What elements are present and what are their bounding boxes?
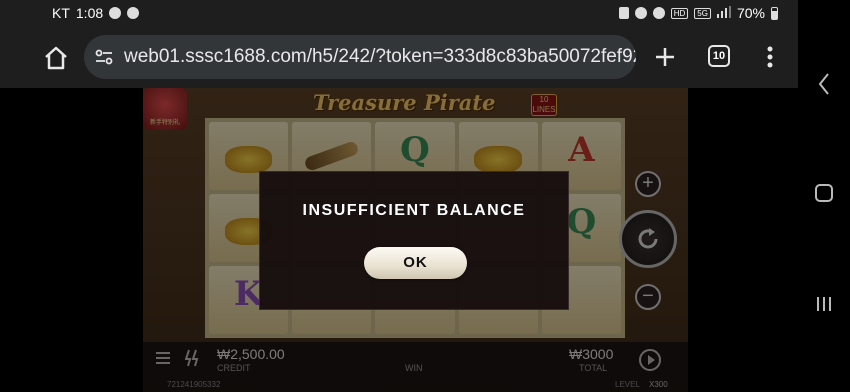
site-settings-icon[interactable] [92, 45, 116, 69]
more-menu-button[interactable] [760, 43, 780, 71]
back-icon [818, 73, 829, 95]
nav-home-button[interactable] [815, 184, 833, 202]
navigation-bar [798, 0, 850, 392]
cloud-notification-icon [127, 7, 140, 19]
battery-icon [771, 6, 778, 20]
insufficient-balance-dialog: INSUFFICIENT BALANCE OK [259, 171, 569, 310]
ok-button[interactable]: OK [364, 247, 467, 279]
chat-notification-icon [109, 7, 122, 19]
address-bar[interactable]: web01.sssc1688.com/h5/242/?token=333d8c8… [84, 35, 636, 79]
signal-icon [716, 5, 731, 21]
battery-percent: 70% [736, 5, 765, 21]
carrier-label: KT [52, 5, 70, 21]
recent-apps-icon [817, 297, 831, 311]
new-tab-button[interactable] [650, 42, 680, 72]
clock: 1:08 [75, 5, 104, 21]
hd-icon: HD [670, 7, 689, 19]
status-bar: KT 1:08 HD 5G 70% [0, 0, 798, 26]
home-icon [45, 46, 67, 70]
home-button[interactable] [40, 42, 72, 74]
alarm-icon [634, 7, 647, 19]
dialog-message: INSUFFICIENT BALANCE [302, 202, 526, 219]
more-vertical-icon [767, 46, 773, 68]
network-type: 5G [694, 7, 711, 19]
browser-toolbar: web01.sssc1688.com/h5/242/?token=333d8c8… [0, 26, 798, 88]
plus-icon [656, 48, 674, 66]
lock-icon [618, 7, 629, 19]
recent-apps-button[interactable] [814, 294, 834, 314]
back-button[interactable] [814, 70, 834, 98]
tab-switcher-button[interactable]: 10 [708, 45, 730, 67]
mute-icon [652, 7, 665, 19]
url-text[interactable]: web01.sssc1688.com/h5/242/?token=333d8c8… [124, 46, 636, 68]
